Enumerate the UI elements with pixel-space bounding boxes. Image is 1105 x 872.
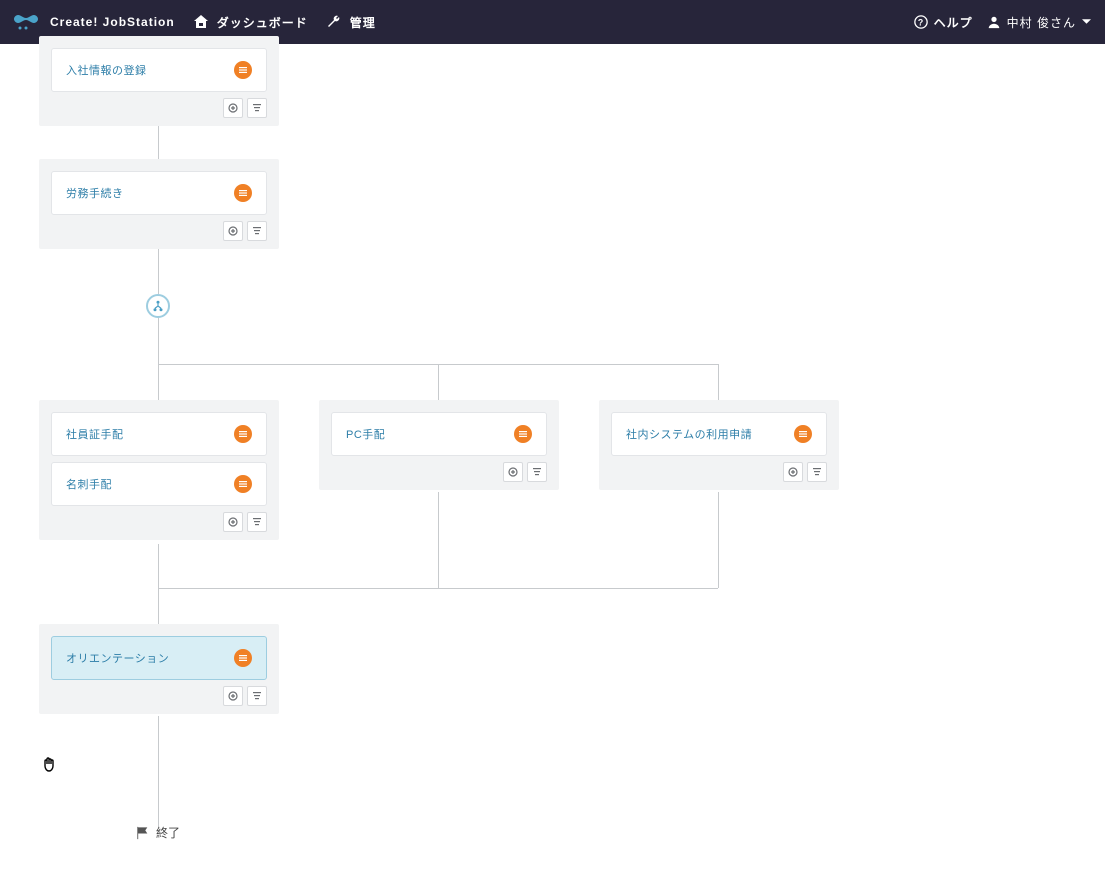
step-title: 社内システムの利用申請	[626, 426, 752, 442]
grab-cursor-icon	[40, 754, 60, 774]
step-badge-icon	[234, 184, 252, 202]
user-menu[interactable]: 中村 俊さん	[987, 14, 1091, 31]
step-options-button[interactable]	[527, 462, 547, 482]
connector	[158, 246, 159, 294]
workflow-end-node: 終了	[136, 824, 180, 841]
flag-icon	[136, 826, 150, 840]
workflow-step-group: オリエンテーション	[39, 624, 279, 714]
help-link[interactable]: ? ヘルプ	[914, 14, 973, 31]
add-step-button[interactable]	[223, 512, 243, 532]
step-options-button[interactable]	[247, 512, 267, 532]
workflow-step-card[interactable]: 社内システムの利用申請	[611, 412, 827, 456]
add-step-button[interactable]	[223, 686, 243, 706]
workflow-step-card[interactable]: 名刺手配	[51, 462, 267, 506]
step-options-button[interactable]	[247, 98, 267, 118]
connector	[438, 492, 439, 588]
workflow-step-group: 社員証手配 名刺手配	[39, 400, 279, 540]
user-icon	[987, 15, 1001, 29]
workflow-step-group: 労務手続き	[39, 159, 279, 249]
connector	[438, 364, 439, 400]
add-step-button[interactable]	[783, 462, 803, 482]
workflow-step-group: PC手配	[319, 400, 559, 490]
help-label: ヘルプ	[934, 14, 973, 31]
logo[interactable]: Create! JobStation	[14, 13, 175, 31]
end-label: 終了	[156, 824, 180, 841]
workflow-step-card-selected[interactable]: オリエンテーション	[51, 636, 267, 680]
connector	[718, 364, 719, 400]
workflow-step-card[interactable]: 入社情報の登録	[51, 48, 267, 92]
connector	[718, 492, 719, 588]
step-badge-icon	[514, 425, 532, 443]
caret-down-icon	[1082, 19, 1091, 25]
step-title: 社員証手配	[66, 426, 124, 442]
nav-admin-label: 管理	[350, 14, 376, 31]
step-title: 名刺手配	[66, 476, 112, 492]
wrench-icon	[326, 14, 342, 30]
nav-admin[interactable]: 管理	[326, 14, 376, 31]
add-step-button[interactable]	[503, 462, 523, 482]
step-options-button[interactable]	[807, 462, 827, 482]
workflow-step-group: 社内システムの利用申請	[599, 400, 839, 490]
add-step-button[interactable]	[223, 221, 243, 241]
step-title: 入社情報の登録	[66, 62, 147, 78]
branch-icon	[152, 300, 164, 312]
connector	[158, 588, 718, 589]
app-name: Create! JobStation	[50, 15, 175, 29]
step-title: PC手配	[346, 426, 385, 442]
logo-icon	[14, 13, 42, 31]
add-step-button[interactable]	[223, 98, 243, 118]
branch-node[interactable]	[146, 294, 170, 318]
workflow-step-card[interactable]: 労務手続き	[51, 171, 267, 215]
step-badge-icon	[234, 475, 252, 493]
connector	[158, 716, 159, 828]
workflow-step-group: 入社情報の登録	[39, 36, 279, 126]
step-badge-icon	[794, 425, 812, 443]
workflow-step-card[interactable]: 社員証手配	[51, 412, 267, 456]
step-title: 労務手続き	[66, 185, 124, 201]
step-badge-icon	[234, 425, 252, 443]
svg-text:?: ?	[918, 18, 924, 28]
step-options-button[interactable]	[247, 221, 267, 241]
workflow-step-card[interactable]: PC手配	[331, 412, 547, 456]
step-options-button[interactable]	[247, 686, 267, 706]
step-badge-icon	[234, 649, 252, 667]
user-name: 中村 俊さん	[1007, 14, 1076, 31]
workflow-canvas[interactable]: 入社情報の登録 労務手続き 社員証手配 名刺手配	[0, 44, 1105, 872]
connector	[158, 318, 159, 400]
nav-dashboard[interactable]: ダッシュボード	[193, 14, 308, 31]
step-title: オリエンテーション	[66, 650, 169, 666]
step-badge-icon	[234, 61, 252, 79]
help-icon: ?	[914, 15, 928, 29]
nav-dashboard-label: ダッシュボード	[217, 14, 308, 31]
connector	[158, 544, 159, 624]
home-icon	[193, 14, 209, 30]
